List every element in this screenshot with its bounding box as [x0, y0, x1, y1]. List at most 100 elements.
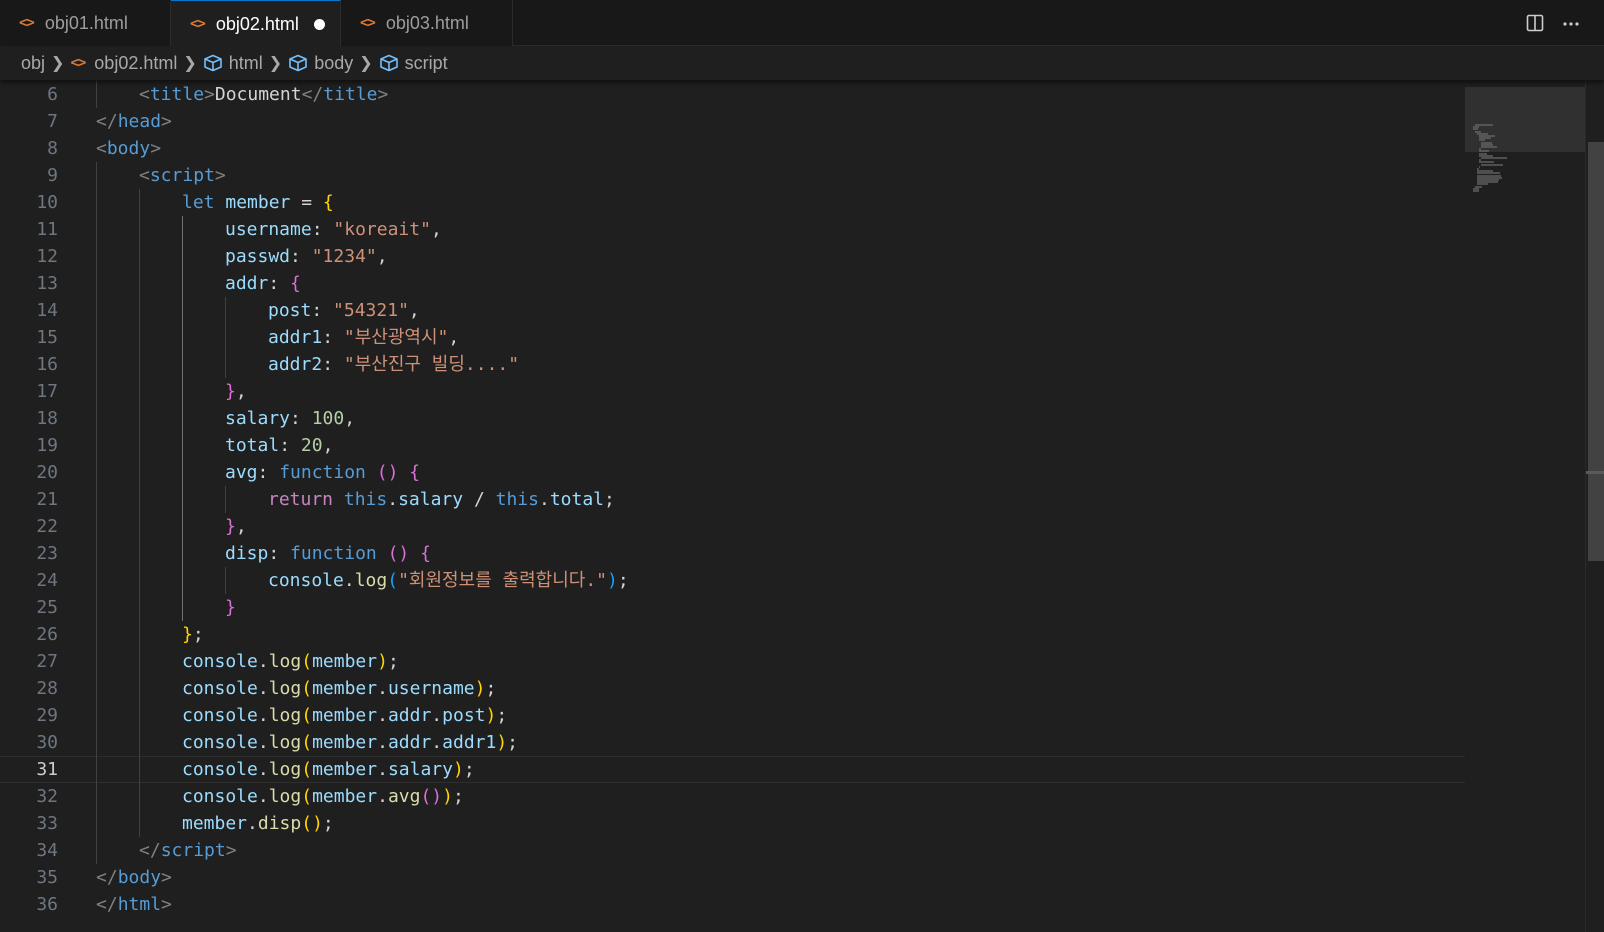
code-token: "부산광역시" — [343, 327, 449, 348]
code-token: < — [139, 165, 150, 186]
line-code: salary: 100, — [225, 405, 355, 432]
code-line[interactable]: 8 <body> — [0, 135, 1465, 162]
line-number: 36 — [36, 894, 58, 915]
code-token: : — [257, 462, 280, 483]
code-line[interactable]: 10 let member = { — [0, 189, 1465, 216]
breadcrumb-file[interactable]: <> obj02.html ❯ — [70, 53, 202, 74]
line-code: } — [225, 594, 236, 621]
code-line[interactable]: 26}; — [0, 621, 1465, 648]
code-line[interactable]: 33 member.disp(); — [0, 810, 1465, 837]
tab-obj01[interactable]: <> obj01.html — [0, 0, 171, 46]
code-token: > — [161, 894, 172, 915]
editor-actions — [1517, 0, 1604, 46]
code-line[interactable]: 7 </head> — [0, 108, 1465, 135]
code-line[interactable]: 22}, — [0, 513, 1465, 540]
code-token: , — [448, 327, 460, 348]
code-token: { — [322, 192, 334, 213]
code-token: log — [268, 786, 302, 807]
code-token: , — [235, 381, 247, 402]
indent-guide — [96, 162, 97, 864]
code-token: html — [117, 894, 162, 915]
code-token: total — [225, 435, 280, 456]
breadcrumb-folder-obj[interactable]: obj ❯ — [21, 53, 70, 74]
code-line[interactable]: 31 console.log(member.salary); — [0, 756, 1465, 783]
code-line[interactable]: 15 addr1: "부산광역시", — [0, 324, 1465, 351]
line-number: 13 — [36, 273, 58, 294]
code-line[interactable]: 24 console.log("회원정보를 출력합니다."); — [0, 567, 1465, 594]
code-token: < — [139, 84, 150, 105]
code-line[interactable]: 30 console.log(member.addr.addr1); — [0, 729, 1465, 756]
code-token: member — [312, 786, 378, 807]
tab-obj02[interactable]: <> obj02.html — [171, 0, 341, 47]
code-token: addr — [387, 705, 432, 726]
minimap-line — [1479, 165, 1480, 168]
breadcrumb-symbol-body[interactable]: body ❯ — [288, 53, 378, 74]
code-line[interactable]: 16 addr2: "부산진구 빌딩...." — [0, 351, 1465, 378]
line-number: 12 — [36, 246, 58, 267]
code-line[interactable]: 18 salary: 100, — [0, 405, 1465, 432]
code-token: "1234" — [311, 246, 377, 267]
breadcrumb-symbol-html[interactable]: html ❯ — [203, 53, 288, 74]
code-line[interactable]: 36 </html> — [0, 891, 1465, 918]
symbol-structure-icon — [288, 54, 308, 72]
code-token: . — [257, 786, 269, 807]
code-line[interactable]: 23 disp: function () { — [0, 540, 1465, 567]
code-token: member — [214, 192, 291, 213]
code-token: . — [538, 489, 550, 510]
code-line[interactable]: 35 </body> — [0, 864, 1465, 891]
code-token: < — [96, 138, 107, 159]
breadcrumb-label: html — [228, 52, 263, 73]
breadcrumb-symbol-script[interactable]: script — [379, 53, 448, 74]
code-token: </ — [96, 894, 118, 915]
code-token: "부산진구 빌딩...." — [343, 354, 520, 375]
code-line[interactable]: 25} — [0, 594, 1465, 621]
line-code: }, — [225, 378, 247, 405]
code-line[interactable]: 9 <script> — [0, 162, 1465, 189]
code-line[interactable]: 20 avg: function () { — [0, 459, 1465, 486]
code-token: ; — [485, 678, 497, 699]
code-line[interactable]: 27 console.log(member); — [0, 648, 1465, 675]
code-line[interactable]: 17}, — [0, 378, 1465, 405]
code-token: console — [182, 786, 258, 807]
code-token: disp — [257, 813, 302, 834]
code-line[interactable]: 19 total: 20, — [0, 432, 1465, 459]
line-code: </script> — [139, 837, 237, 864]
code-line[interactable]: 6 <title>Document</title> — [0, 81, 1465, 108]
code-line[interactable]: 11 username: "koreait", — [0, 216, 1465, 243]
code-token: member — [312, 759, 378, 780]
code-line[interactable]: 34 </script> — [0, 837, 1465, 864]
code-editor[interactable]: 6 <title>Document</title> 7 </head> 8 <body> 9… — [0, 80, 1465, 932]
code-line[interactable]: 12 passwd: "1234", — [0, 243, 1465, 270]
indent-guide — [225, 567, 226, 594]
line-number: 9 — [47, 165, 58, 186]
code-token: console — [182, 732, 258, 753]
line-code: }, — [225, 513, 247, 540]
minimap-line — [1473, 190, 1479, 192]
vertical-scrollbar[interactable] — [1585, 80, 1604, 932]
code-line[interactable]: 29 console.log(member.addr.post); — [0, 702, 1465, 729]
code-token: . — [387, 489, 399, 510]
line-number: 27 — [36, 651, 58, 672]
line-number: 11 — [36, 219, 58, 240]
code-token: post — [442, 705, 486, 726]
line-number: 8 — [47, 138, 58, 159]
code-line[interactable]: 32 console.log(member.avg()); — [0, 783, 1465, 810]
line-code: </html> — [96, 891, 172, 918]
code-line[interactable]: 14 post: "54321", — [0, 297, 1465, 324]
unsaved-changes-dot-icon[interactable] — [313, 18, 325, 30]
code-token: addr — [225, 273, 269, 294]
scrollbar-thumb[interactable] — [1588, 142, 1604, 561]
minimap[interactable] — [1465, 80, 1585, 932]
tab-obj03[interactable]: <> obj03.html — [341, 0, 513, 46]
code-token: ; — [192, 624, 204, 645]
line-code: <body> — [96, 135, 161, 162]
code-token: head — [117, 111, 162, 132]
code-line[interactable]: 21 return this.salary / this.total; — [0, 486, 1465, 513]
more-actions-icon[interactable] — [1553, 7, 1589, 39]
code-line[interactable]: 13 addr: { — [0, 270, 1465, 297]
code-token: ) — [485, 705, 497, 726]
code-token: ) — [452, 759, 464, 780]
split-editor-icon[interactable] — [1517, 7, 1553, 39]
code-line[interactable]: 28 console.log(member.username); — [0, 675, 1465, 702]
